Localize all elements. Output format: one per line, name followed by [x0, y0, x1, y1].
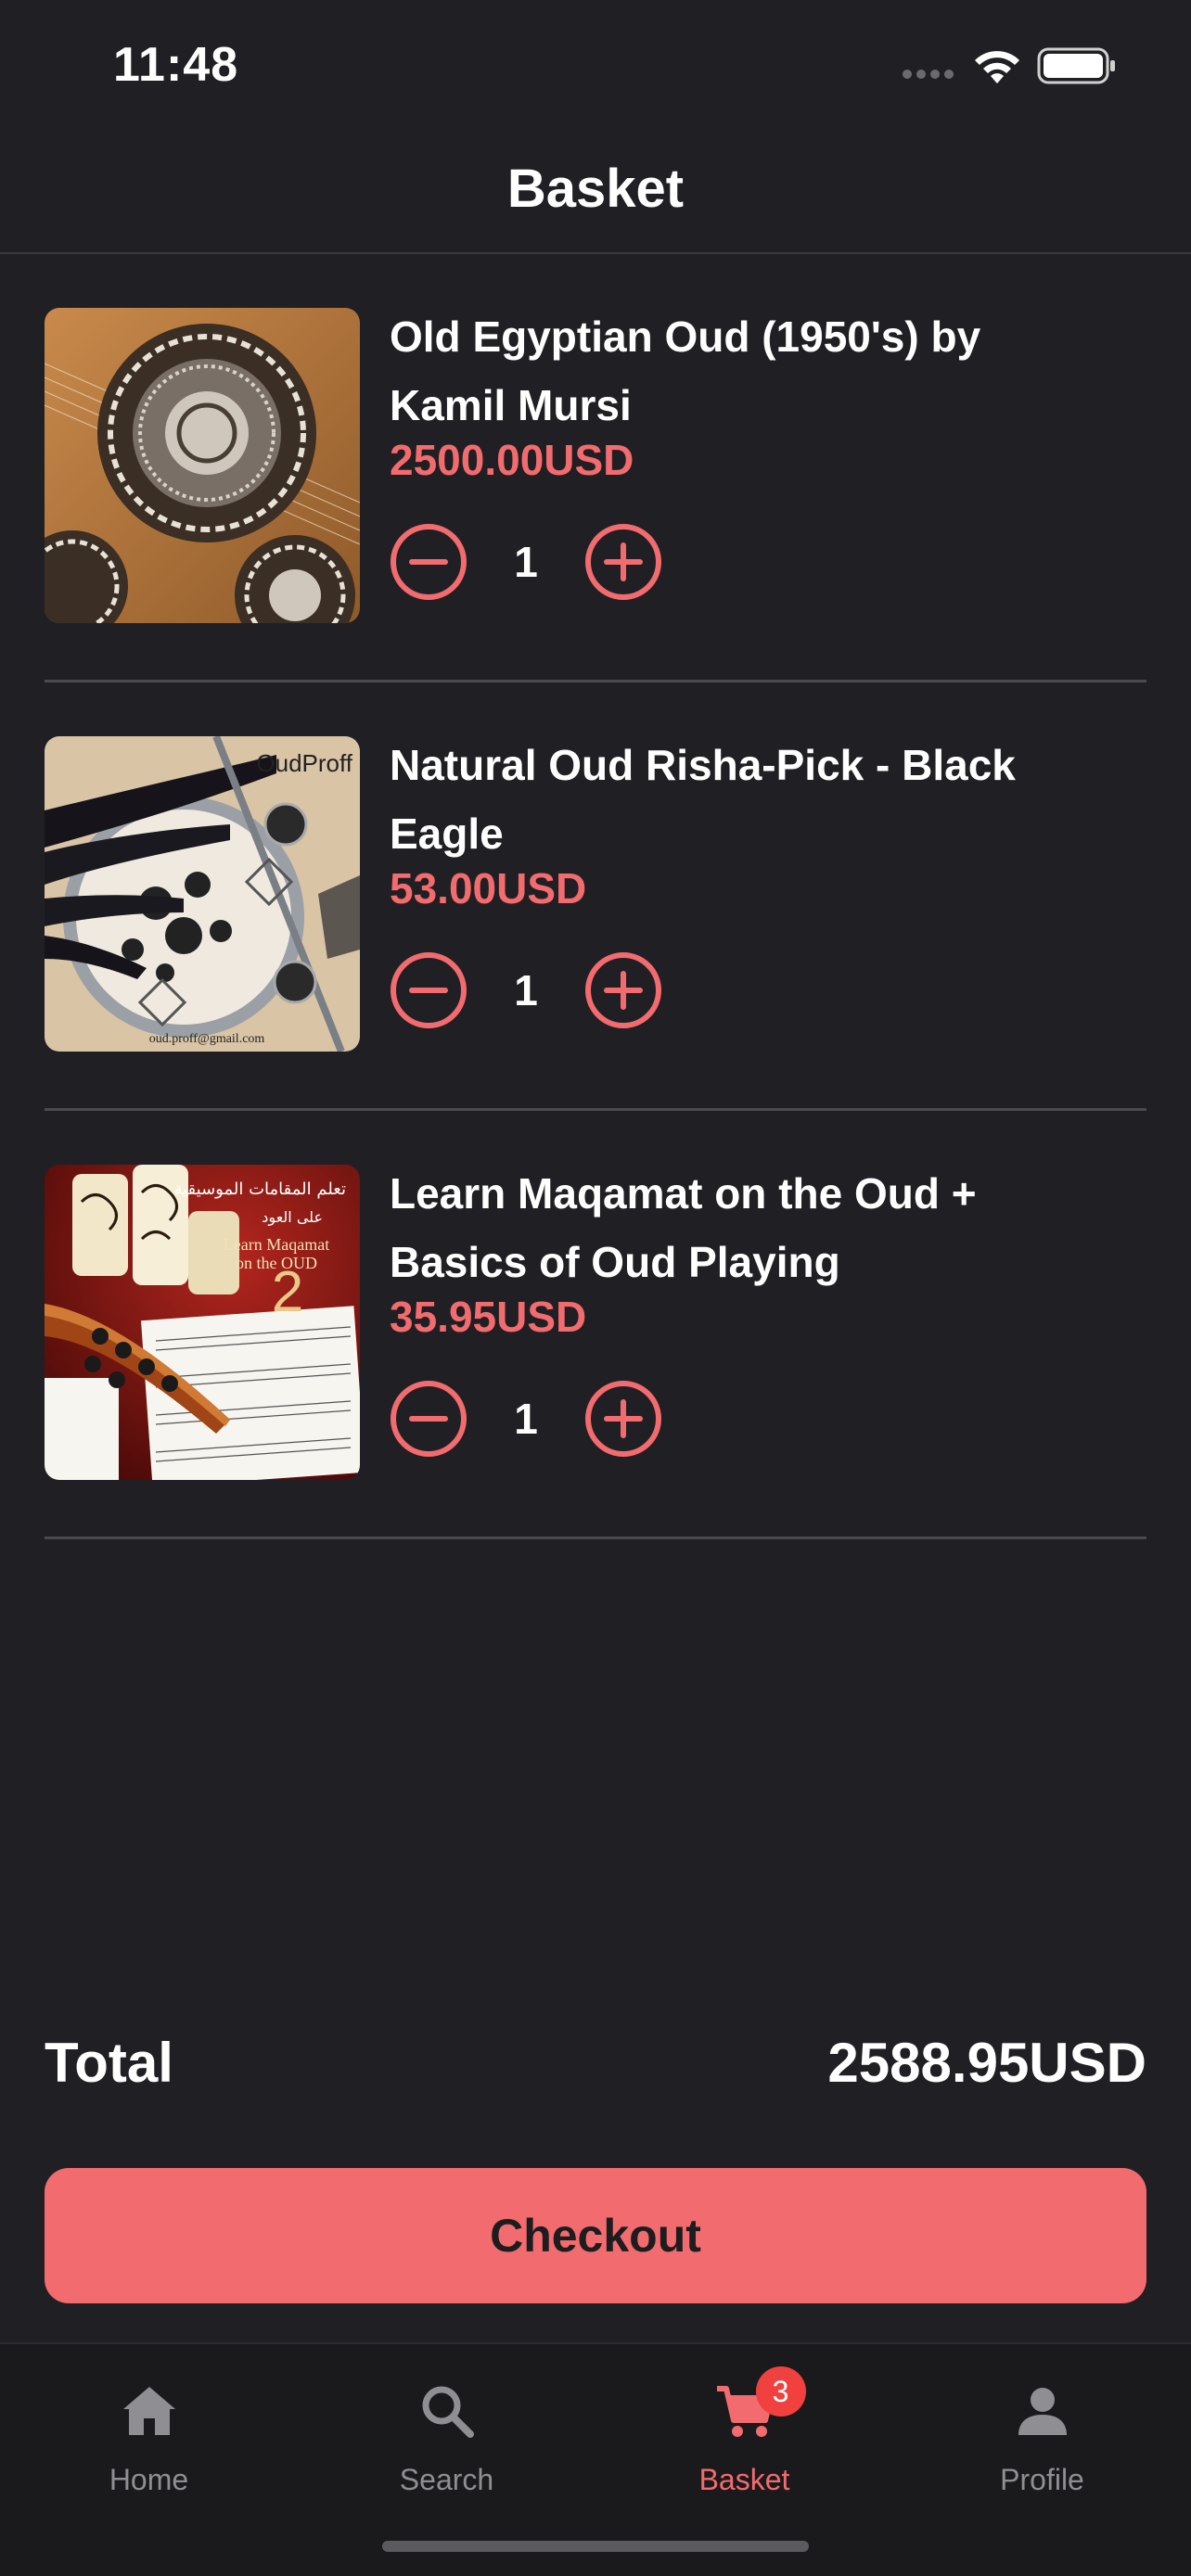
- decrease-quantity-button[interactable]: [390, 951, 467, 1029]
- total-row: Total 2588.95USD: [45, 2031, 1146, 2105]
- tab-label: Basket: [698, 2463, 790, 2496]
- item-image[interactable]: تعلم المقامات الموسيقية على العود Learn …: [45, 1165, 360, 1480]
- checkout-button[interactable]: Checkout: [45, 2168, 1146, 2303]
- home-indicator[interactable]: [382, 2541, 809, 2552]
- page-title: Basket: [506, 159, 685, 219]
- item-divider: [45, 1537, 1146, 1539]
- increase-quantity-button[interactable]: [584, 1380, 662, 1458]
- cellular-signal-icon: [903, 70, 954, 79]
- item-title: Natural Oud Risha-Pick - Black Eagle: [390, 741, 1016, 858]
- tab-basket[interactable]: 3 Basket: [596, 2363, 893, 2511]
- item-title: Learn Maqamat on the Oud + Basics of Oud…: [390, 1169, 977, 1286]
- maqamat-book-image: تعلم المقامات الموسيقية على العود Learn …: [45, 1165, 360, 1480]
- tab-label: Home: [109, 2463, 189, 2496]
- status-bar: 11:48: [0, 0, 1191, 139]
- quantity-value: 1: [514, 538, 538, 586]
- item-price: 2500.00USD: [390, 436, 634, 484]
- basket-item: Old Egyptian Oud (1950's) by Kamil Mursi…: [45, 254, 1146, 682]
- basket-item: OudProff oud.proff@gmail.com Natural Oud…: [45, 682, 1146, 1111]
- decrease-quantity-button[interactable]: [390, 523, 467, 601]
- item-title: Old Egyptian Oud (1950's) by Kamil Mursi: [390, 312, 981, 429]
- person-icon: [1018, 2388, 1067, 2435]
- tab-label: Search: [399, 2463, 494, 2496]
- total-value: 2588.95USD: [827, 2032, 1146, 2094]
- tab-profile[interactable]: Profile: [893, 2363, 1191, 2511]
- tab-label: Profile: [1000, 2463, 1084, 2496]
- total-label: Total: [45, 2032, 173, 2094]
- battery-icon: [1037, 47, 1115, 84]
- home-icon: [122, 2387, 175, 2435]
- risha-pick-image: OudProff oud.proff@gmail.com: [45, 736, 360, 1052]
- navigation-header: Basket: [0, 139, 1191, 254]
- status-time: 11:48: [113, 38, 239, 92]
- decrease-quantity-button[interactable]: [390, 1380, 467, 1458]
- image-watermark: OudProff: [256, 749, 352, 777]
- tab-home[interactable]: Home: [0, 2363, 298, 2511]
- cart-badge: 3: [755, 2366, 806, 2417]
- item-price: 53.00USD: [390, 864, 587, 912]
- increase-quantity-button[interactable]: [584, 523, 662, 601]
- image-arabic-title: تعلم المقامات الموسيقية: [173, 1180, 346, 1199]
- item-image[interactable]: [45, 308, 360, 623]
- item-price: 35.95USD: [390, 1293, 587, 1341]
- wifi-icon: [975, 51, 1019, 83]
- image-caption: oud.proff@gmail.com: [149, 1032, 265, 1046]
- tab-search[interactable]: Search: [298, 2363, 596, 2511]
- basket-item: تعلم المقامات الموسيقية على العود Learn …: [45, 1111, 1146, 1539]
- image-arabic-subtitle: على العود: [262, 1208, 323, 1227]
- oud-inlay-image: [45, 308, 360, 623]
- quantity-value: 1: [514, 966, 538, 1014]
- quantity-value: 1: [514, 1395, 538, 1443]
- increase-quantity-button[interactable]: [584, 951, 662, 1029]
- basket-screen: 11:48 Basket Old Egyptian Oud (1950's) b…: [0, 0, 1191, 2576]
- search-icon: [422, 2386, 474, 2438]
- image-title-line1: Learn Maqamat: [224, 1235, 329, 1254]
- image-volume-number: 2: [272, 1260, 303, 1324]
- item-image[interactable]: OudProff oud.proff@gmail.com: [45, 736, 360, 1052]
